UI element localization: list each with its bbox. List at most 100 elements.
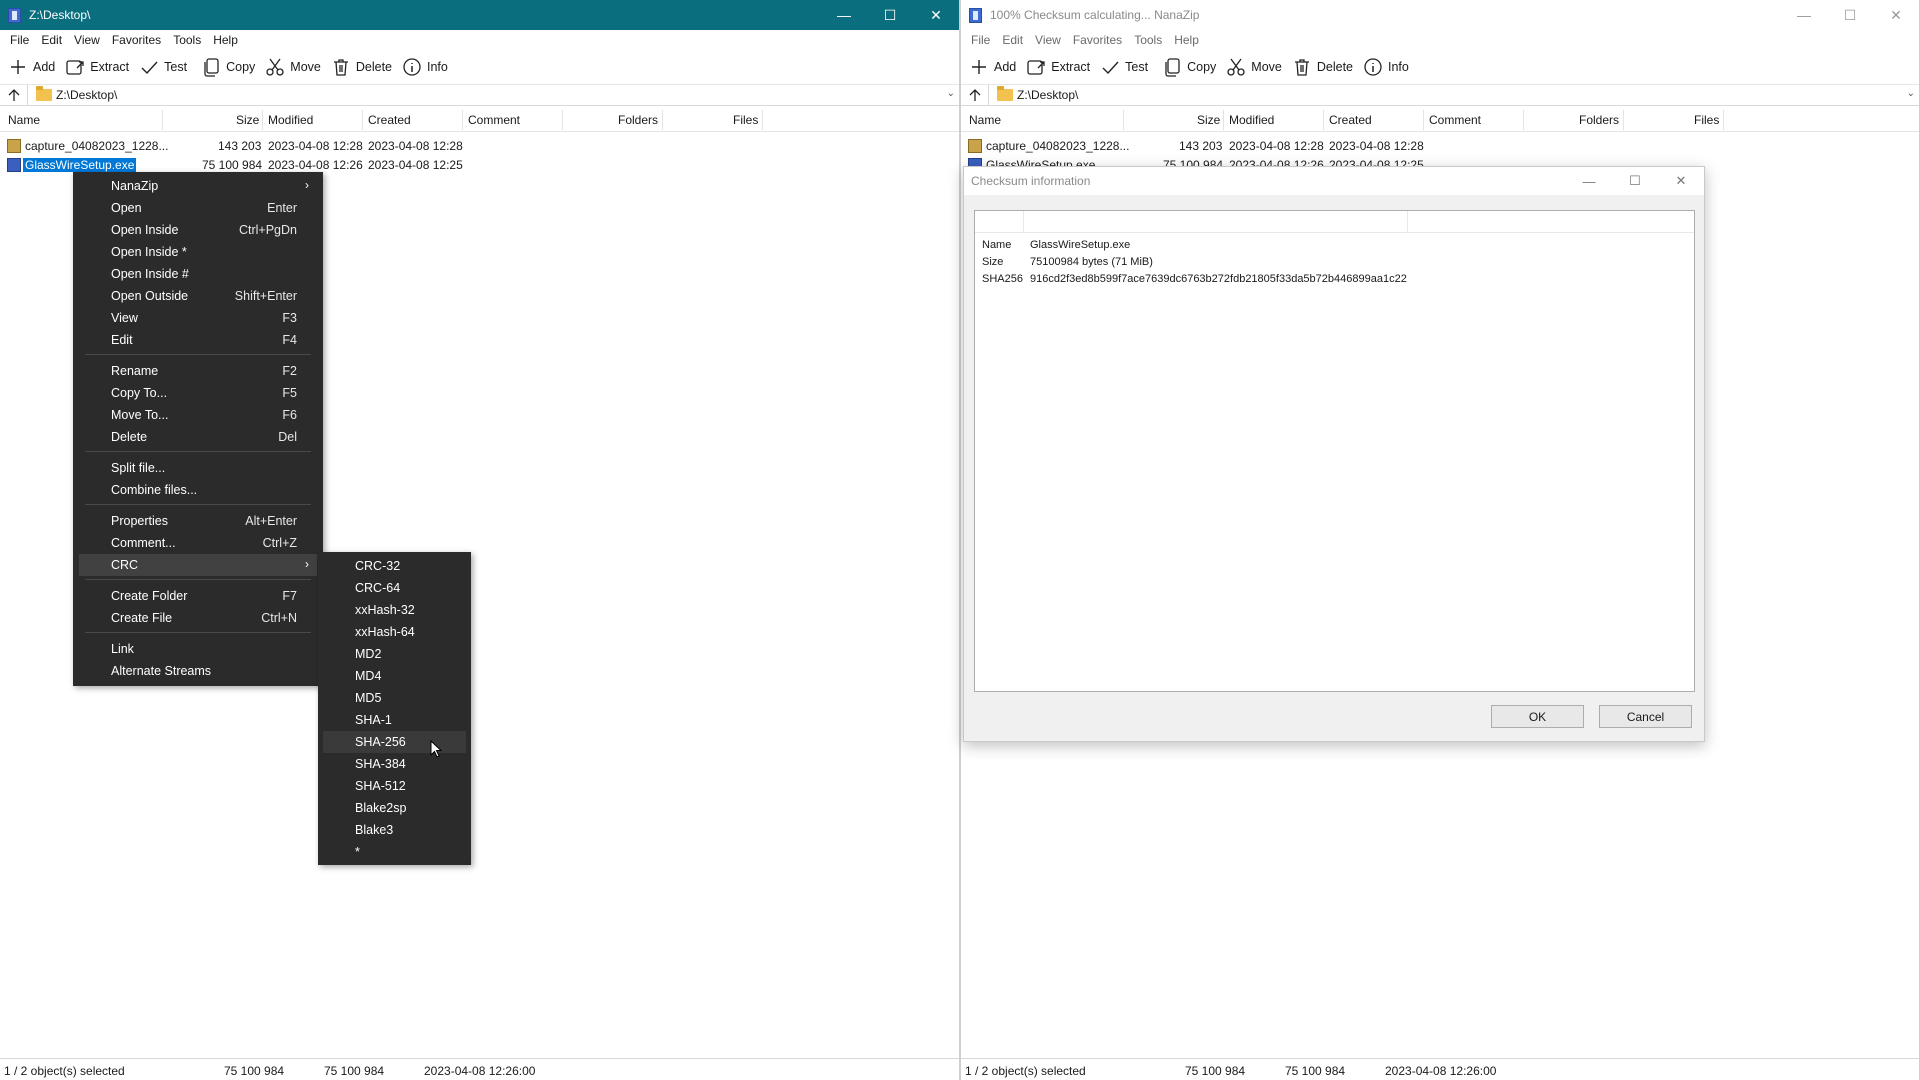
- menu-tools[interactable]: Tools: [167, 33, 207, 47]
- menu-item-split-file[interactable]: Split file...: [73, 457, 323, 479]
- minimize-button[interactable]: —: [1781, 0, 1827, 30]
- ok-button[interactable]: OK: [1491, 705, 1584, 728]
- menu-item-rename[interactable]: Rename F2: [73, 360, 323, 382]
- menu-tools[interactable]: Tools: [1128, 33, 1168, 47]
- menu-item-edit[interactable]: Edit F4: [73, 329, 323, 351]
- column-created[interactable]: Created: [1329, 113, 1372, 127]
- delete-button[interactable]: Delete: [327, 53, 398, 81]
- menu-favorites[interactable]: Favorites: [106, 33, 167, 47]
- menu-help[interactable]: Help: [1168, 33, 1205, 47]
- up-folder-button[interactable]: [961, 84, 989, 106]
- column-divider[interactable]: [1123, 110, 1124, 130]
- menu-item-properties[interactable]: Properties Alt+Enter: [73, 510, 323, 532]
- submenu-item-blake3[interactable]: Blake3: [318, 819, 471, 841]
- column-divider[interactable]: [1523, 110, 1524, 130]
- add-button[interactable]: Add: [965, 53, 1022, 81]
- menu-item-crc[interactable]: CRC ›: [79, 554, 317, 576]
- file-row[interactable]: capture_04082023_1228... 143 203 2023-04…: [961, 137, 1919, 155]
- menu-edit[interactable]: Edit: [35, 33, 68, 47]
- menu-help[interactable]: Help: [207, 33, 244, 47]
- submenu-item-md2[interactable]: MD2: [318, 643, 471, 665]
- column-comment[interactable]: Comment: [1429, 113, 1481, 127]
- column-divider[interactable]: [1623, 110, 1624, 130]
- column-folders[interactable]: Folders: [1579, 113, 1619, 127]
- move-button[interactable]: Move: [261, 53, 327, 81]
- minimize-button[interactable]: —: [1566, 167, 1612, 195]
- column-divider[interactable]: [1223, 110, 1224, 130]
- column-divider[interactable]: [1423, 110, 1424, 130]
- column-divider[interactable]: [1323, 110, 1324, 130]
- cancel-button[interactable]: Cancel: [1599, 705, 1692, 728]
- minimize-button[interactable]: —: [821, 0, 867, 30]
- column-divider[interactable]: [1407, 211, 1408, 233]
- column-created[interactable]: Created: [368, 113, 411, 127]
- menu-item-open-outside[interactable]: Open Outside Shift+Enter: [73, 285, 323, 307]
- menu-item-copy-to[interactable]: Copy To... F5: [73, 382, 323, 404]
- menu-item-open-inside[interactable]: Open Inside Ctrl+PgDn: [73, 219, 323, 241]
- column-divider[interactable]: [162, 110, 163, 130]
- submenu-item-sha256[interactable]: SHA-256: [323, 731, 466, 753]
- column-files[interactable]: Files: [733, 113, 758, 127]
- maximize-button[interactable]: ☐: [1612, 167, 1658, 195]
- submenu-item-crc64[interactable]: CRC-64: [318, 577, 471, 599]
- submenu-item-xxhash32[interactable]: xxHash-32: [318, 599, 471, 621]
- close-button[interactable]: ✕: [913, 0, 959, 30]
- menu-item-create-file[interactable]: Create File Ctrl+N: [73, 607, 323, 629]
- column-divider[interactable]: [762, 110, 763, 130]
- menu-item-open-inside-star[interactable]: Open Inside *: [73, 241, 323, 263]
- up-folder-button[interactable]: [0, 84, 28, 106]
- menu-item-create-folder[interactable]: Create Folder F7: [73, 585, 323, 607]
- menu-item-move-to[interactable]: Move To... F6: [73, 404, 323, 426]
- info-button[interactable]: Info: [398, 53, 454, 81]
- submenu-item-blake2sp[interactable]: Blake2sp: [318, 797, 471, 819]
- copy-button[interactable]: Copy: [1158, 53, 1222, 81]
- address-input[interactable]: Z:\Desktop\: [56, 88, 117, 102]
- column-divider[interactable]: [1023, 211, 1024, 233]
- column-size[interactable]: Size: [1197, 113, 1220, 127]
- submenu-item-sha384[interactable]: SHA-384: [318, 753, 471, 775]
- test-button[interactable]: Test: [1096, 53, 1154, 81]
- close-button[interactable]: ✕: [1873, 0, 1919, 30]
- column-comment[interactable]: Comment: [468, 113, 520, 127]
- file-row[interactable]: capture_04082023_1228... 143 203 2023-04…: [0, 137, 959, 155]
- menu-item-link[interactable]: Link: [73, 638, 323, 660]
- maximize-button[interactable]: ☐: [867, 0, 913, 30]
- column-divider[interactable]: [662, 110, 663, 130]
- column-name[interactable]: Name: [969, 113, 1001, 127]
- column-divider[interactable]: [1723, 110, 1724, 130]
- info-button[interactable]: Info: [1359, 53, 1415, 81]
- column-divider[interactable]: [362, 110, 363, 130]
- submenu-item-all[interactable]: *: [318, 841, 471, 863]
- extract-button[interactable]: Extract: [1022, 53, 1096, 81]
- menu-view[interactable]: View: [68, 33, 106, 47]
- move-button[interactable]: Move: [1222, 53, 1288, 81]
- menu-edit[interactable]: Edit: [996, 33, 1029, 47]
- file-row[interactable]: GlassWireSetup.exe 75 100 984 2023-04-08…: [961, 156, 1919, 166]
- menu-item-open-inside-hash[interactable]: Open Inside #: [73, 263, 323, 285]
- delete-button[interactable]: Delete: [1288, 53, 1359, 81]
- menu-file[interactable]: File: [4, 33, 35, 47]
- column-folders[interactable]: Folders: [618, 113, 658, 127]
- menu-file[interactable]: File: [965, 33, 996, 47]
- column-modified[interactable]: Modified: [268, 113, 313, 127]
- column-divider[interactable]: [562, 110, 563, 130]
- column-size[interactable]: Size: [236, 113, 259, 127]
- column-name[interactable]: Name: [8, 113, 40, 127]
- column-divider[interactable]: [262, 110, 263, 130]
- menu-item-combine-files[interactable]: Combine files...: [73, 479, 323, 501]
- maximize-button[interactable]: ☐: [1827, 0, 1873, 30]
- submenu-item-sha512[interactable]: SHA-512: [318, 775, 471, 797]
- address-input[interactable]: Z:\Desktop\: [1017, 88, 1078, 102]
- copy-button[interactable]: Copy: [197, 53, 261, 81]
- submenu-item-xxhash64[interactable]: xxHash-64: [318, 621, 471, 643]
- submenu-item-md5[interactable]: MD5: [318, 687, 471, 709]
- menu-item-view[interactable]: View F3: [73, 307, 323, 329]
- chevron-down-icon[interactable]: ⌄: [1907, 88, 1915, 99]
- menu-item-open[interactable]: Open Enter: [73, 197, 323, 219]
- submenu-item-crc32[interactable]: CRC-32: [318, 555, 471, 577]
- column-files[interactable]: Files: [1694, 113, 1719, 127]
- column-modified[interactable]: Modified: [1229, 113, 1274, 127]
- menu-item-comment[interactable]: Comment... Ctrl+Z: [73, 532, 323, 554]
- extract-button[interactable]: Extract: [61, 53, 135, 81]
- menu-favorites[interactable]: Favorites: [1067, 33, 1128, 47]
